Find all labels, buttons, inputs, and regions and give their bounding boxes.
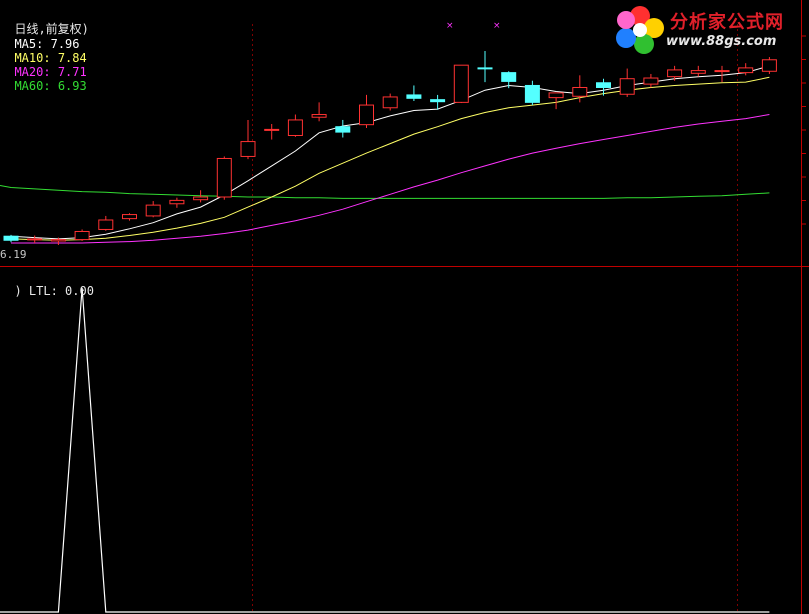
candle-body <box>761 59 777 72</box>
chart-canvas: × × <box>0 0 809 614</box>
moving-average-lines <box>0 65 770 244</box>
candle-body <box>596 82 611 88</box>
ltl-line <box>0 287 770 613</box>
candle-body <box>216 157 232 198</box>
candle-body <box>667 69 683 78</box>
ma5-value: 7.96 <box>50 37 80 51</box>
candlestick-series <box>3 50 777 245</box>
candle <box>264 123 280 140</box>
candle <box>690 65 706 77</box>
candle-body <box>287 119 303 136</box>
ltl-value: 0.00 <box>65 284 94 298</box>
ma10-value: 7.84 <box>57 51 87 65</box>
candle <box>216 156 232 200</box>
low-price-label: 6.19 <box>0 248 27 261</box>
candle <box>3 234 19 243</box>
candle-body <box>477 67 493 70</box>
ma20-label: MA20: <box>14 65 51 79</box>
candle <box>714 65 730 83</box>
candle <box>122 213 137 221</box>
candle <box>169 197 185 208</box>
candle <box>145 201 161 218</box>
logo-url: www.88gs.com <box>666 34 777 49</box>
candle-body <box>27 238 43 241</box>
candle-body <box>122 214 137 220</box>
candle-body <box>738 67 754 74</box>
ma10-label: MA10: <box>14 51 51 65</box>
pinwheel-icon <box>616 6 664 54</box>
candle <box>98 215 114 231</box>
ma20-value: 7.71 <box>57 65 87 79</box>
ma60-label: MA60: <box>14 79 51 93</box>
candle-body <box>572 86 588 97</box>
candle <box>193 190 209 203</box>
candle <box>619 68 635 97</box>
candle-body <box>50 239 66 242</box>
ltl-label: ) LTL: <box>14 284 58 298</box>
ltl-indicator <box>0 287 770 613</box>
candle-body <box>430 99 446 103</box>
logo-name: 分析家公式网 <box>670 12 784 33</box>
candle-body <box>714 70 730 73</box>
candle-body <box>264 128 280 131</box>
site-logo: 分析家公式网 www.88gs.com <box>610 0 809 60</box>
ma20-line <box>11 114 770 244</box>
signal-marker: × <box>493 21 501 31</box>
candle-body <box>335 126 351 133</box>
signal-marker: × <box>446 21 454 31</box>
main-chart-header: 日线,前复权) MA5: 7.96 MA10: 7.84 MA20: 7.71 … <box>0 6 89 93</box>
candle <box>287 114 303 137</box>
candle-body <box>524 84 540 103</box>
candle <box>453 64 469 104</box>
candle-body <box>74 230 90 241</box>
candle <box>382 93 398 111</box>
candle-body <box>145 204 161 217</box>
candle-body <box>193 196 209 201</box>
candle-body <box>240 141 256 157</box>
candle <box>477 50 493 83</box>
candle-body <box>3 235 19 241</box>
candle-body <box>619 78 635 95</box>
candle-body <box>311 114 327 118</box>
period-label: 日线,前复权) <box>14 22 89 36</box>
candle <box>311 102 327 122</box>
candle-body <box>169 199 185 205</box>
candle-body <box>382 96 398 109</box>
candle <box>524 80 540 106</box>
ma60-value: 6.93 <box>57 79 87 93</box>
signal-markers: × × <box>446 21 501 31</box>
candle-body <box>406 94 422 99</box>
candle <box>335 119 351 138</box>
candle-body <box>690 70 706 74</box>
candle-body <box>643 77 659 85</box>
candle-body <box>98 219 114 230</box>
candle <box>27 235 43 243</box>
candle <box>74 229 90 241</box>
candle <box>359 94 374 129</box>
candle-body <box>548 92 564 99</box>
candle <box>643 73 659 88</box>
indicator-header: ) LTL: 0.00 <box>0 270 94 298</box>
candle <box>406 85 422 102</box>
candle-body <box>453 64 469 103</box>
ma5-label: MA5: <box>14 37 44 51</box>
candle-body <box>501 72 517 82</box>
ma5-line <box>10 65 770 240</box>
candle-body <box>359 104 374 126</box>
